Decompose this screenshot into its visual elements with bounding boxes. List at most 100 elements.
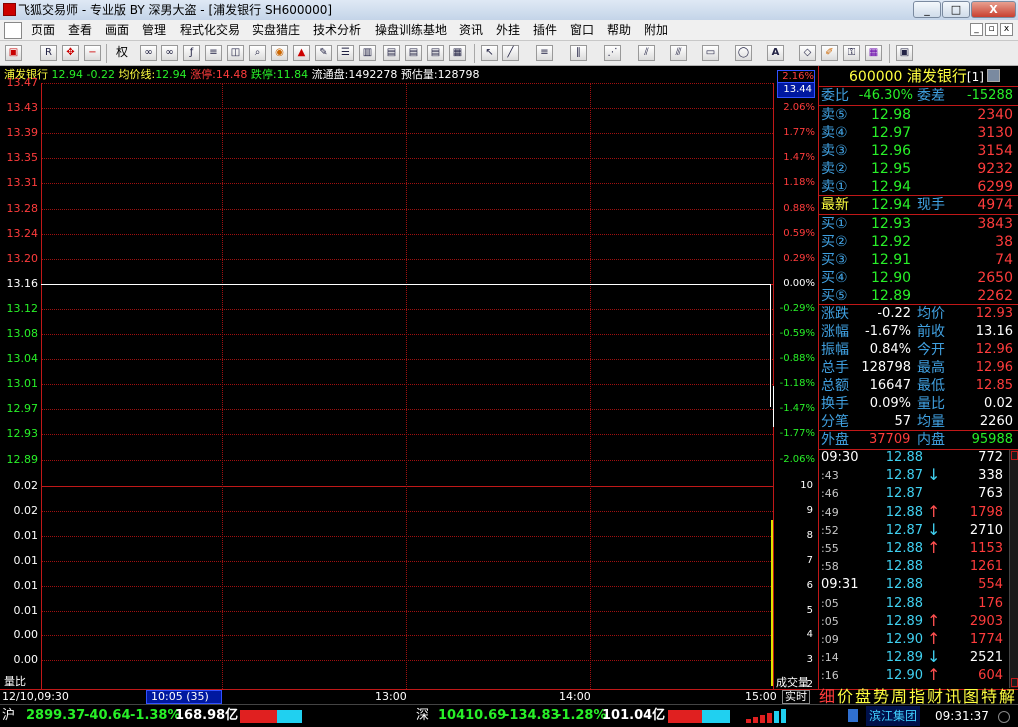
eraser-icon[interactable]: ◇ <box>799 45 816 61</box>
parallel-tool-icon[interactable]: ⫻ <box>670 45 687 61</box>
menu-live-hunt[interactable]: 实盘猎庄 <box>252 20 300 41</box>
rsi-icon[interactable]: R <box>40 45 57 61</box>
target-icon[interactable]: ◉ <box>271 45 288 61</box>
sell-price: 12.98 <box>871 107 912 123</box>
open-folder-icon[interactable]: ▣ <box>5 45 22 61</box>
sell-volume: 2340 <box>977 107 1013 123</box>
scroll-up-icon[interactable] <box>1011 451 1018 460</box>
buy-price: 12.91 <box>871 252 912 268</box>
glasses-icon[interactable]: ∞ <box>140 45 157 61</box>
minus-icon[interactable]: − <box>84 45 101 61</box>
chart-area[interactable]: 浦发银行 12.94 -0.22 均价线:12.94 涨停:14.48 跌停:1… <box>0 66 818 715</box>
fan-tool-icon[interactable]: ⋰ <box>604 45 621 61</box>
line-tool-icon[interactable]: ╱ <box>502 45 519 61</box>
sell-row[interactable]: 卖⑤ 12.98 2340 <box>819 106 1018 124</box>
highlighter-icon[interactable]: ✐ <box>821 45 838 61</box>
bell-icon[interactable]: ▲ <box>293 45 310 61</box>
menu-window[interactable]: 窗口 <box>570 20 594 41</box>
tick-scrollbar[interactable] <box>1009 450 1018 688</box>
panel-header: 600000 浦发银行[1] <box>849 67 984 86</box>
pct-axis-label: -0.29% <box>779 303 815 314</box>
binoculars-icon[interactable]: ∞ <box>161 45 178 61</box>
pct-axis-label: 1.47% <box>783 152 815 163</box>
buy-row[interactable]: 买⑤ 12.89 2262 <box>819 287 1018 305</box>
menu-view[interactable]: 查看 <box>68 20 92 41</box>
pct-axis-label: -1.18% <box>779 378 815 389</box>
title-bar: 飞狐交易师 - 专业版 BY 深男大盗 - [浦发银行 SH600000] _ … <box>0 0 1018 20</box>
buy-price: 12.90 <box>871 270 912 286</box>
sell-price: 12.94 <box>871 179 912 195</box>
scroll-down-icon[interactable] <box>1011 678 1018 687</box>
buy-row[interactable]: 买④ 12.90 2650 <box>819 269 1018 287</box>
chart-doc-icon[interactable] <box>4 22 22 39</box>
text-tool-icon[interactable]: A <box>767 45 784 61</box>
tick-price: 12.88 <box>885 450 923 465</box>
realtime-toggle[interactable]: 实时 <box>782 690 810 704</box>
box-icon[interactable]: ◫ <box>227 45 244 61</box>
window-b-icon[interactable]: ▤ <box>405 45 422 61</box>
close-button[interactable]: X <box>971 1 1016 18</box>
tick-volume: 772 <box>978 450 1003 465</box>
price-gridline <box>41 133 773 134</box>
channel-tool-icon[interactable]: ⫽ <box>638 45 655 61</box>
buy-volume: 2650 <box>977 270 1013 286</box>
pen-icon[interactable]: ✎ <box>315 45 332 61</box>
menu-page[interactable]: 页面 <box>31 20 55 41</box>
sell-row[interactable]: 卖③ 12.96 3154 <box>819 142 1018 160</box>
menu-program-trading[interactable]: 程式化交易 <box>180 20 240 41</box>
menu-plugins[interactable]: 插件 <box>533 20 557 41</box>
hline-tool-icon[interactable]: ≡ <box>536 45 553 61</box>
sell-row[interactable]: 卖① 12.94 6299 <box>819 178 1018 196</box>
mdi-minimize-button[interactable]: _ <box>970 23 983 36</box>
stat-value: 0.84% <box>869 342 911 357</box>
volume-axis-label: 8 <box>806 530 813 541</box>
lock-icon[interactable]: ⚿ <box>843 45 860 61</box>
menu-training[interactable]: 操盘训练基地 <box>375 20 447 41</box>
cursor-icon[interactable]: ↖ <box>481 45 498 61</box>
layout-rows-icon[interactable]: ☰ <box>337 45 354 61</box>
buy-volume: 74 <box>995 252 1013 268</box>
menu-manage[interactable]: 管理 <box>142 20 166 41</box>
menu-screen[interactable]: 画面 <box>105 20 129 41</box>
buy-row[interactable]: 买① 12.93 3843 <box>819 215 1018 233</box>
window-d-icon[interactable]: ▦ <box>449 45 466 61</box>
color-grid-icon[interactable]: ▦ <box>865 45 882 61</box>
mdi-close-button[interactable]: x <box>1000 23 1013 36</box>
mdi-restore-button[interactable]: ▫ <box>985 23 998 36</box>
price-axis-label: 13.24 <box>6 227 39 240</box>
menu-news[interactable]: 资讯 <box>459 20 483 41</box>
info-down-label: 跌停: <box>250 68 277 81</box>
quote-panel: 600000 浦发银行[1] 委比 -46.30% 委差 -15288 卖⑤ 12… <box>818 66 1018 689</box>
price-gridline <box>41 460 773 461</box>
menu-extra[interactable]: 附加 <box>644 20 668 41</box>
window-a-icon[interactable]: ▤ <box>383 45 400 61</box>
ellipse-tool-icon[interactable]: ◯ <box>735 45 752 61</box>
price-gridline <box>41 334 773 335</box>
notes-icon[interactable]: ≡ <box>205 45 222 61</box>
layout-cols-icon[interactable]: ▥ <box>359 45 376 61</box>
panel-grid-icon[interactable] <box>987 69 1000 82</box>
maximize-button[interactable]: □ <box>942 1 970 18</box>
vline-tool-icon[interactable]: ∥ <box>570 45 587 61</box>
price-gridline <box>41 234 773 235</box>
quan-dropdown[interactable]: 权 <box>111 45 133 61</box>
info-price: 12.94 <box>51 68 84 81</box>
rect-tool-icon[interactable]: ▭ <box>702 45 719 61</box>
move-icon[interactable]: ✥ <box>62 45 79 61</box>
formula-icon[interactable]: ƒ <box>183 45 200 61</box>
save-icon[interactable]: ▣ <box>896 45 913 61</box>
menu-tech-analysis[interactable]: 技术分析 <box>313 20 361 41</box>
search-icon[interactable]: ⌕ <box>249 45 266 61</box>
minimize-button[interactable]: _ <box>913 1 941 18</box>
sell-row[interactable]: 卖② 12.95 9232 <box>819 160 1018 178</box>
buy-row[interactable]: 买② 12.92 38 <box>819 233 1018 251</box>
server-name[interactable]: 滨江集团 <box>866 706 921 726</box>
buy-row[interactable]: 买③ 12.91 74 <box>819 251 1018 269</box>
window-c-icon[interactable]: ▤ <box>427 45 444 61</box>
tick-time: :16 <box>821 669 839 683</box>
menu-plugin-ext[interactable]: 外挂 <box>496 20 520 41</box>
menu-help[interactable]: 帮助 <box>607 20 631 41</box>
price-axis-label: 13.20 <box>6 252 39 265</box>
stat-label: 总手 <box>821 360 849 376</box>
sell-row[interactable]: 卖④ 12.97 3130 <box>819 124 1018 142</box>
